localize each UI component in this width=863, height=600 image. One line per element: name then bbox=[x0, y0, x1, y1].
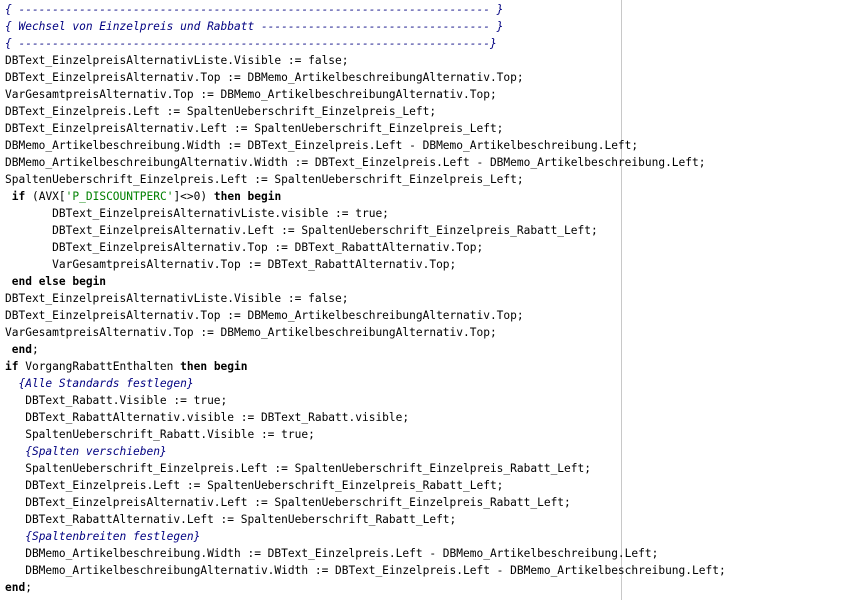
code-line: {Spalten verschieben} bbox=[5, 443, 726, 460]
code-token: DBText_Einzelpreis.Left := SpaltenUebers… bbox=[5, 479, 504, 492]
code-token: DBText_EinzelpreisAlternativListe.visibl… bbox=[5, 207, 389, 220]
code-token: ; bbox=[25, 581, 32, 594]
code-line: SpaltenUeberschrift_Rabatt.Visible := tr… bbox=[5, 426, 726, 443]
code-line: SpaltenUeberschrift_Einzelpreis.Left := … bbox=[5, 171, 726, 188]
comment-token: { Wechsel von Einzelpreis und Rabbatt --… bbox=[5, 20, 504, 33]
code-line: DBText_Einzelpreis.Left := SpaltenUebers… bbox=[5, 103, 726, 120]
keyword-token: then begin bbox=[213, 190, 282, 203]
code-line: { --------------------------------------… bbox=[5, 1, 726, 18]
code-line: DBText_Rabatt.Visible := true; bbox=[5, 392, 726, 409]
code-line: DBText_Einzelpreis.Left := SpaltenUebers… bbox=[5, 477, 726, 494]
code-token: DBMemo_ArtikelbeschreibungAlternativ.Wid… bbox=[5, 156, 706, 169]
string-token: 'P_DISCOUNTPERC' bbox=[65, 190, 174, 203]
code-line: { Wechsel von Einzelpreis und Rabbatt --… bbox=[5, 18, 726, 35]
code-editor[interactable]: { --------------------------------------… bbox=[0, 0, 863, 600]
code-token: DBText_EinzelpreisAlternativListe.Visibl… bbox=[5, 292, 349, 305]
code-token: DBText_RabattAlternativ.Left := SpaltenU… bbox=[5, 513, 457, 526]
comment-token: {Spaltenbreiten festlegen} bbox=[25, 530, 201, 543]
code-line: DBText_EinzelpreisAlternativListe.Visibl… bbox=[5, 52, 726, 69]
keyword-token: end bbox=[5, 581, 26, 594]
code-area[interactable]: { --------------------------------------… bbox=[5, 1, 726, 596]
keyword-token: end else begin bbox=[11, 275, 107, 288]
code-line: SpaltenUeberschrift_Einzelpreis.Left := … bbox=[5, 460, 726, 477]
code-token: DBMemo_Artikelbeschreibung.Width := DBTe… bbox=[5, 139, 639, 152]
code-line: VarGesamtpreisAlternativ.Top := DBText_R… bbox=[5, 256, 726, 273]
code-line: {Spaltenbreiten festlegen} bbox=[5, 528, 726, 545]
code-line: DBMemo_Artikelbeschreibung.Width := DBTe… bbox=[5, 137, 726, 154]
code-token: (AVX[ bbox=[25, 190, 66, 203]
code-token: DBMemo_Artikelbeschreibung.Width := DBTe… bbox=[5, 547, 659, 560]
code-line: if (AVX['P_DISCOUNTPERC']<>0) then begin bbox=[5, 188, 726, 205]
code-line: DBText_EinzelpreisAlternativ.Top := DBMe… bbox=[5, 307, 726, 324]
code-line: DBText_RabattAlternativ.Left := SpaltenU… bbox=[5, 511, 726, 528]
code-line: DBMemo_ArtikelbeschreibungAlternativ.Wid… bbox=[5, 562, 726, 579]
code-line: end else begin bbox=[5, 273, 726, 290]
code-line: DBText_EinzelpreisAlternativ.Top := DBMe… bbox=[5, 69, 726, 86]
code-token: DBText_EinzelpreisAlternativ.Left := Spa… bbox=[5, 122, 504, 135]
code-token: VorgangRabattEnthalten bbox=[18, 360, 181, 373]
code-line: DBText_EinzelpreisAlternativ.Top := DBTe… bbox=[5, 239, 726, 256]
code-token: SpaltenUeberschrift_Einzelpreis.Left := … bbox=[5, 462, 591, 475]
code-token: SpaltenUeberschrift_Rabatt.Visible := tr… bbox=[5, 428, 315, 441]
code-token: DBText_Rabatt.Visible := true; bbox=[5, 394, 228, 407]
code-token: ; bbox=[31, 343, 39, 356]
code-line: { --------------------------------------… bbox=[5, 35, 726, 52]
code-token: DBText_EinzelpreisAlternativ.Top := DBMe… bbox=[5, 309, 524, 322]
code-line: end; bbox=[5, 579, 726, 596]
comment-token: { --------------------------------------… bbox=[5, 37, 497, 50]
code-token: VarGesamtpreisAlternativ.Top := DBText_R… bbox=[5, 258, 457, 271]
comment-token: {Spalten verschieben} bbox=[25, 445, 167, 458]
comment-token: {Alle Standards festlegen} bbox=[18, 377, 194, 390]
code-token: DBText_EinzelpreisAlternativListe.Visibl… bbox=[5, 54, 349, 67]
code-token: DBText_EinzelpreisAlternativ.Left := Spa… bbox=[5, 496, 571, 509]
code-line: {Alle Standards festlegen} bbox=[5, 375, 726, 392]
code-line: DBText_EinzelpreisAlternativListe.visibl… bbox=[5, 205, 726, 222]
keyword-token: if bbox=[11, 190, 26, 203]
code-line: DBMemo_Artikelbeschreibung.Width := DBTe… bbox=[5, 545, 726, 562]
keyword-token: then begin bbox=[180, 360, 248, 373]
keyword-token: end bbox=[11, 343, 32, 356]
code-line: DBText_EinzelpreisAlternativ.Left := Spa… bbox=[5, 120, 726, 137]
code-line: DBText_RabattAlternativ.visible := DBTex… bbox=[5, 409, 726, 426]
code-token: VarGesamtpreisAlternativ.Top := DBMemo_A… bbox=[5, 88, 497, 101]
code-token: ]<>0) bbox=[173, 190, 214, 203]
code-line: VarGesamtpreisAlternativ.Top := DBMemo_A… bbox=[5, 324, 726, 341]
code-line: VarGesamtpreisAlternativ.Top := DBMemo_A… bbox=[5, 86, 726, 103]
code-line: DBText_EinzelpreisAlternativ.Left := Spa… bbox=[5, 222, 726, 239]
code-line: DBMemo_ArtikelbeschreibungAlternativ.Wid… bbox=[5, 154, 726, 171]
code-token: DBText_Einzelpreis.Left := SpaltenUebers… bbox=[5, 105, 437, 118]
code-token: SpaltenUeberschrift_Einzelpreis.Left := … bbox=[5, 173, 524, 186]
code-token: VarGesamtpreisAlternativ.Top := DBMemo_A… bbox=[5, 326, 497, 339]
code-token: DBText_RabattAlternativ.visible := DBTex… bbox=[5, 411, 410, 424]
code-line: end; bbox=[5, 341, 726, 358]
keyword-token: if bbox=[5, 360, 19, 373]
code-token: DBMemo_ArtikelbeschreibungAlternativ.Wid… bbox=[5, 564, 726, 577]
code-token: DBText_EinzelpreisAlternativ.Top := DBMe… bbox=[5, 71, 524, 84]
code-line: DBText_EinzelpreisAlternativ.Left := Spa… bbox=[5, 494, 726, 511]
code-line: if VorgangRabattEnthalten then begin bbox=[5, 358, 726, 375]
code-token: DBText_EinzelpreisAlternativ.Top := DBTe… bbox=[5, 241, 484, 254]
code-line: DBText_EinzelpreisAlternativListe.Visibl… bbox=[5, 290, 726, 307]
code-token: DBText_EinzelpreisAlternativ.Left := Spa… bbox=[5, 224, 598, 237]
comment-token: { --------------------------------------… bbox=[5, 3, 504, 16]
